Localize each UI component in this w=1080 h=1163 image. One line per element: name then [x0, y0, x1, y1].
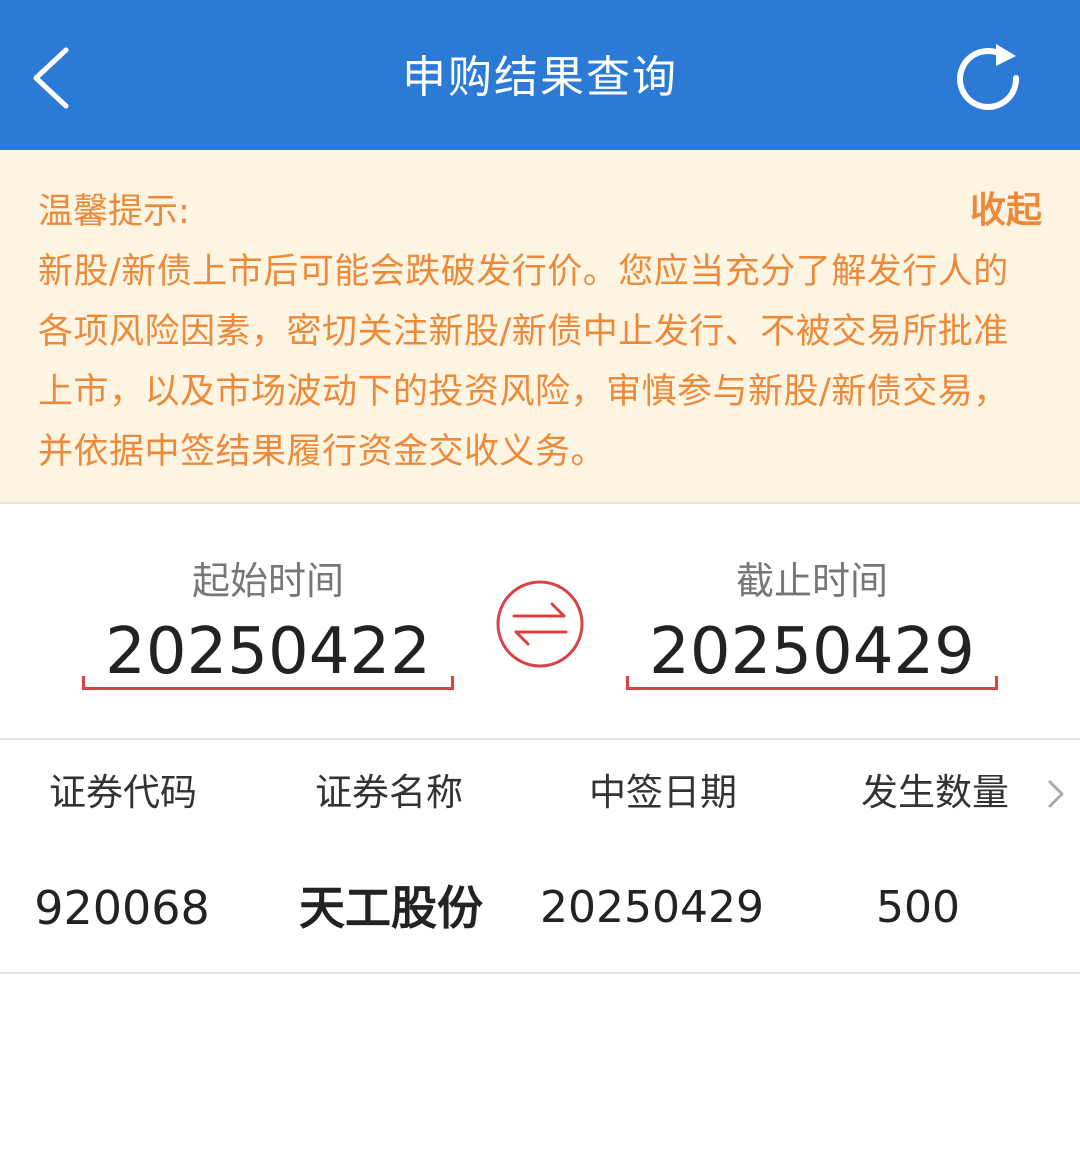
- security-name-cell: 天工股份: [299, 881, 483, 935]
- refresh-icon: [957, 44, 1020, 110]
- security-code-cell: 920068: [34, 881, 210, 935]
- date-range: 起始时间 20250422 截止时间 20250429: [0, 504, 1080, 740]
- end-date-underline: [626, 676, 998, 690]
- table-row[interactable]: 920068 天工股份 20250429 500: [0, 842, 1080, 974]
- risk-notice: 温馨提示: 收起 新股/新债上市后可能会跌破发行价。您应当充分了解发行人的各项风…: [0, 150, 1080, 504]
- column-header-security-name: 证券名称: [315, 771, 463, 814]
- notice-title: 温馨提示:: [38, 192, 190, 232]
- chevron-right-icon: [1048, 780, 1064, 808]
- column-header-security-code: 证券代码: [49, 771, 197, 814]
- column-header-quantity: 发生数量: [861, 771, 1009, 814]
- table-header: 证券代码 证券名称 中签日期 发生数量: [0, 742, 1080, 842]
- end-date-label: 截止时间: [735, 559, 888, 603]
- app-header: 申购结果查询: [0, 0, 1080, 150]
- swap-dates-button[interactable]: [494, 578, 586, 670]
- collapse-button[interactable]: 收起: [970, 188, 1042, 234]
- allotment-date-cell: 20250429: [540, 882, 764, 933]
- end-date-block: 截止时间 20250429: [626, 504, 998, 740]
- notice-body: 新股/新债上市后可能会跌破发行价。您应当充分了解发行人的各项风险因素，密切关注新…: [38, 252, 1009, 472]
- quantity-cell: 500: [876, 882, 960, 933]
- start-date-underline: [82, 676, 454, 690]
- page-title: 申购结果查询: [402, 52, 678, 103]
- swap-arrows-icon: [496, 580, 584, 668]
- scroll-columns-right-button[interactable]: [1044, 776, 1068, 812]
- start-date-label: 起始时间: [191, 559, 344, 603]
- start-date-block: 起始时间 20250422: [82, 504, 454, 740]
- refresh-button[interactable]: [950, 40, 1026, 116]
- column-header-allotment-date: 中签日期: [589, 771, 737, 814]
